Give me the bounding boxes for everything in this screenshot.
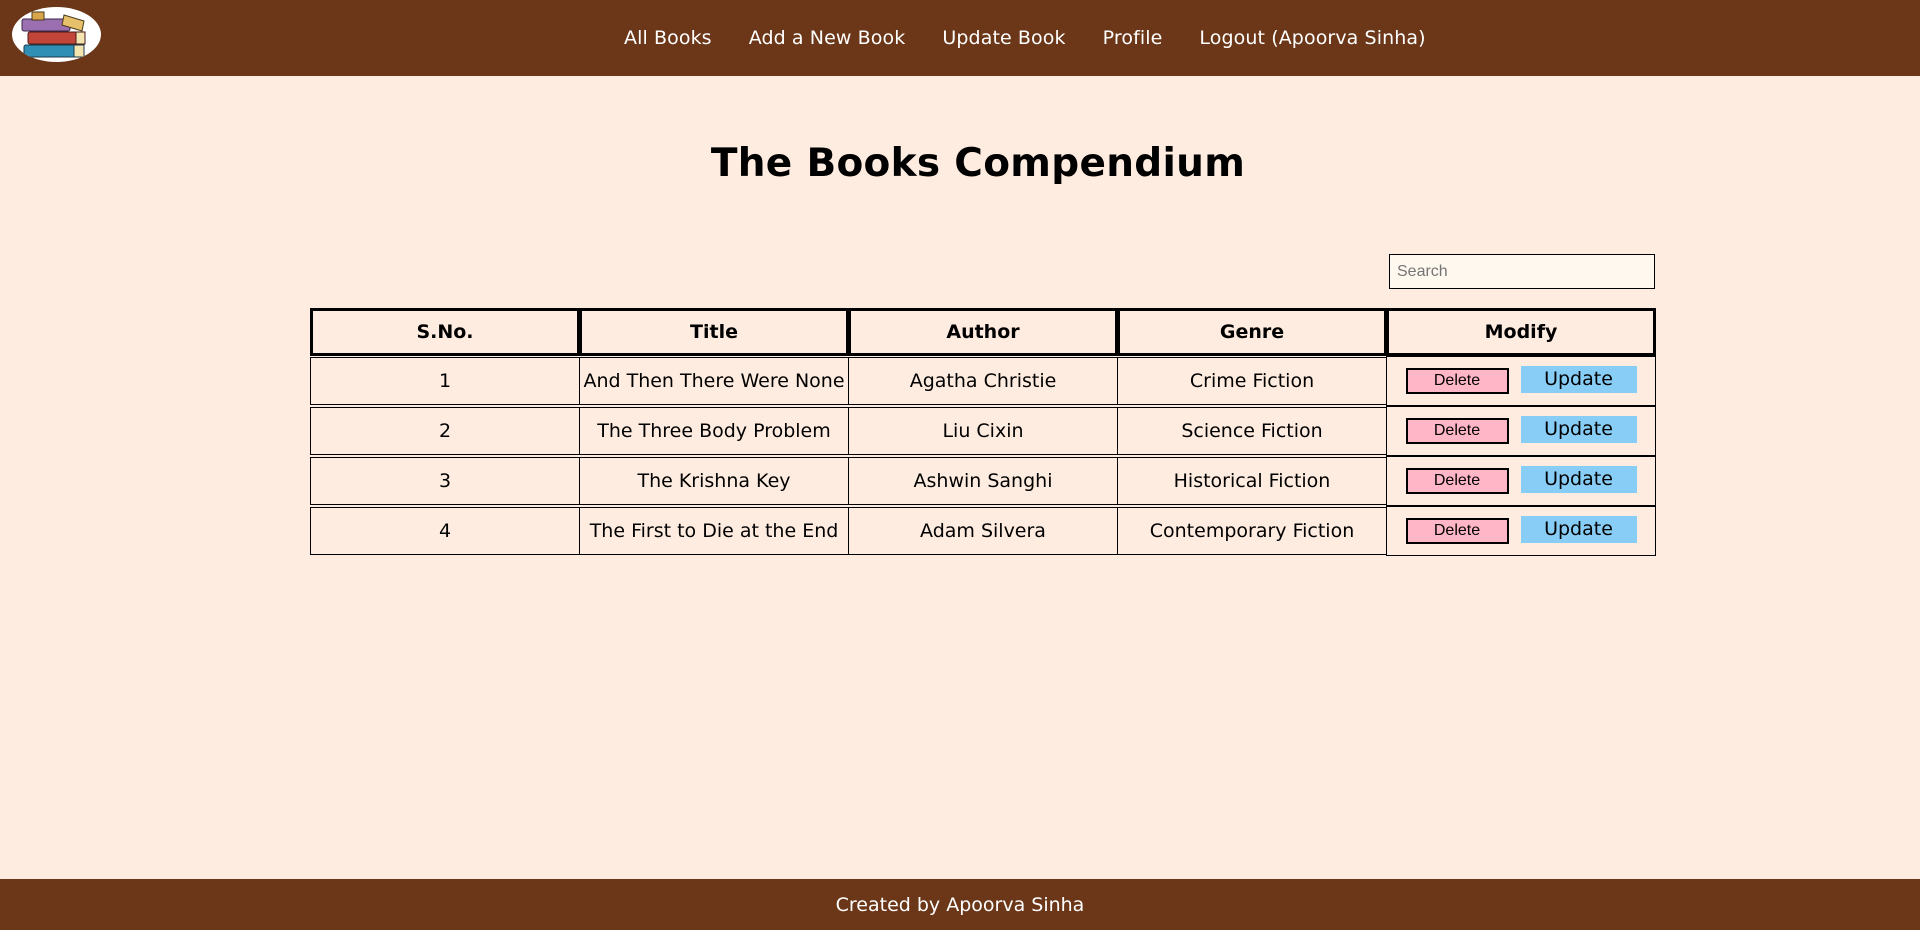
cell-author: Ashwin Sanghi: [848, 457, 1118, 505]
cell-sno: 1: [310, 357, 580, 405]
cell-modify: Delete Update: [1386, 406, 1656, 456]
header-genre: Genre: [1117, 308, 1387, 356]
page-title: The Books Compendium: [710, 141, 1246, 186]
cell-modify: Delete Update: [1386, 356, 1656, 406]
search-input[interactable]: [1389, 254, 1655, 289]
cell-genre: Crime Fiction: [1117, 357, 1387, 405]
cell-sno: 4: [310, 507, 580, 555]
cell-genre: Historical Fiction: [1117, 457, 1387, 505]
header-modify: Modify: [1386, 308, 1656, 356]
update-button[interactable]: Update: [1520, 515, 1637, 543]
cell-author: Adam Silvera: [848, 507, 1118, 555]
navbar: All Books Add a New Book Update Book Pro…: [0, 0, 1920, 76]
footer: Created by Apoorva Sinha: [0, 879, 1920, 930]
delete-button[interactable]: Delete: [1405, 368, 1509, 394]
cell-title: The Three Body Problem: [579, 407, 849, 455]
table-row: 4 The First to Die at the End Adam Silve…: [310, 506, 1659, 556]
cell-title: And Then There Were None: [579, 357, 849, 405]
cell-sno: 2: [310, 407, 580, 455]
books-stack-icon[interactable]: [12, 7, 101, 62]
header-sno: S.No.: [310, 308, 580, 356]
nav-link-all-books[interactable]: All Books: [624, 27, 712, 49]
nav-link-add-new-book[interactable]: Add a New Book: [749, 27, 906, 49]
nav-link-update-book[interactable]: Update Book: [942, 27, 1065, 49]
update-button[interactable]: Update: [1520, 365, 1637, 393]
delete-button[interactable]: Delete: [1405, 418, 1509, 444]
cell-modify: Delete Update: [1386, 506, 1656, 556]
update-button[interactable]: Update: [1520, 465, 1637, 493]
table-header-row: S.No. Title Author Genre Modify: [310, 308, 1659, 356]
cell-genre: Contemporary Fiction: [1117, 507, 1387, 555]
cell-modify: Delete Update: [1386, 456, 1656, 506]
header-title: Title: [579, 308, 849, 356]
header-author: Author: [848, 308, 1118, 356]
cell-genre: Science Fiction: [1117, 407, 1387, 455]
table-row: 2 The Three Body Problem Liu Cixin Scien…: [310, 406, 1659, 456]
footer-credit: Created by Apoorva Sinha: [835, 893, 1085, 916]
table-row: 1 And Then There Were None Agatha Christ…: [310, 356, 1659, 406]
update-button[interactable]: Update: [1520, 415, 1637, 443]
cell-author: Liu Cixin: [848, 407, 1118, 455]
books-table: S.No. Title Author Genre Modify 1 And Th…: [310, 308, 1659, 556]
nav-link-logout[interactable]: Logout (Apoorva Sinha): [1199, 27, 1425, 49]
delete-button[interactable]: Delete: [1405, 468, 1509, 494]
nav-link-profile[interactable]: Profile: [1103, 27, 1163, 49]
cell-title: The First to Die at the End: [579, 507, 849, 555]
table-row: 3 The Krishna Key Ashwin Sanghi Historic…: [310, 456, 1659, 506]
cell-sno: 3: [310, 457, 580, 505]
nav-links: All Books Add a New Book Update Book Pro…: [624, 0, 1426, 76]
cell-title: The Krishna Key: [579, 457, 849, 505]
delete-button[interactable]: Delete: [1405, 518, 1509, 544]
cell-author: Agatha Christie: [848, 357, 1118, 405]
